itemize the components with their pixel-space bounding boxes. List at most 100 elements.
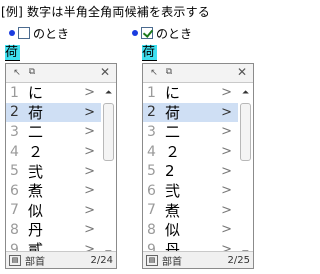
checkbox-checked[interactable] [141, 27, 153, 39]
candidate-text: 弐 [165, 182, 181, 201]
candidate-text: 似 [165, 221, 181, 240]
candidate-number: 3 [10, 123, 19, 140]
candidate-row[interactable]: 5 2 > [143, 161, 238, 181]
candidate-window: ↖ ⧉ ✕ 1に> 2荷> 3二> 4２> 52> 6弐> 7煮> 8似> 9丹… [142, 63, 254, 269]
candidate-count: 2/24 [90, 254, 113, 266]
chevron-right-icon[interactable]: > [84, 85, 95, 100]
chevron-right-icon[interactable]: > [221, 105, 232, 120]
chevron-right-icon[interactable]: > [221, 183, 232, 198]
scroll-thumb[interactable] [103, 103, 114, 161]
scrollbar[interactable]: ⏶ ⏷ [102, 83, 115, 259]
option-label: のとき [156, 26, 193, 41]
chevron-right-icon[interactable]: > [221, 164, 232, 179]
pointer-icon[interactable]: ↖ [146, 66, 162, 81]
candidate-text: 2 [165, 162, 175, 181]
candidate-text: 弐 [28, 162, 44, 181]
candidate-text: 似 [28, 201, 44, 220]
candidate-row[interactable]: 7 煮 > [143, 201, 238, 221]
candidate-text: 二 [28, 123, 44, 142]
candidate-text: ２ [28, 143, 44, 162]
candidate-toolbar: ↖ ⧉ ✕ [143, 64, 253, 83]
option-checked: のとき [130, 25, 192, 41]
scrollbar[interactable]: ⏶ ⏷ [239, 83, 252, 259]
close-icon[interactable]: ✕ [235, 65, 249, 80]
candidate-text: に [28, 84, 44, 103]
close-icon[interactable]: ✕ [98, 65, 112, 80]
candidate-row-selected[interactable]: 2 荷 > [6, 102, 101, 123]
candidate-count: 2/25 [227, 254, 250, 266]
candidate-toolbar: ↖ ⧉ ✕ [6, 64, 116, 83]
candidate-number: 2 [147, 104, 156, 121]
scroll-thumb[interactable] [240, 103, 251, 161]
option-label: のとき [33, 26, 70, 41]
radical-label[interactable]: 部首 [25, 253, 45, 268]
candidate-row[interactable]: 6 弐 > [143, 181, 238, 201]
pointer-icon[interactable]: ↖ [9, 66, 25, 81]
dictionary-icon[interactable]: ▤ [9, 254, 21, 266]
page-heading: [例] 数字は半角全角両候補を表示する [1, 5, 210, 19]
candidate-number: 7 [10, 202, 19, 219]
candidate-number: 5 [10, 163, 19, 180]
chevron-right-icon[interactable]: > [84, 183, 95, 198]
candidate-text: ２ [165, 143, 181, 162]
candidate-text: 丹 [28, 221, 44, 240]
candidate-number: 2 [10, 104, 19, 121]
candidate-row[interactable]: 3 二 > [143, 122, 238, 142]
checkbox-unchecked[interactable] [18, 27, 30, 39]
candidate-number: 6 [147, 182, 156, 199]
composition-text: 荷 [142, 45, 157, 61]
chevron-right-icon[interactable]: > [84, 105, 95, 120]
candidate-list: 1に> 2荷> 3二> 4２> 52> 6弐> 7煮> 8似> 9丹> [143, 83, 238, 259]
chevron-right-icon[interactable]: > [84, 222, 95, 237]
candidate-list: 1に> 2荷> 3二> 4２> 5弐> 6煮> 7似> 8丹> 9貳> [6, 83, 101, 259]
expand-icon[interactable]: ⧉ [25, 66, 39, 79]
bullet-icon [9, 30, 15, 36]
candidate-row[interactable]: 1 に > [6, 83, 101, 103]
chevron-right-icon[interactable]: > [221, 124, 232, 139]
candidate-text: 煮 [165, 201, 181, 220]
candidate-number: 8 [10, 221, 19, 238]
candidate-row[interactable]: 8 似 > [143, 220, 238, 240]
candidate-number: 1 [147, 84, 156, 101]
candidate-text: 二 [165, 123, 181, 142]
candidate-row[interactable]: 3 二 > [6, 122, 101, 142]
candidate-number: 6 [10, 182, 19, 199]
chevron-right-icon[interactable]: > [84, 144, 95, 159]
candidate-number: 5 [147, 163, 156, 180]
candidate-row[interactable]: 8 丹 > [6, 220, 101, 240]
candidate-row[interactable]: 4 ２ > [6, 142, 101, 162]
candidate-text: 荷 [28, 103, 44, 122]
status-bar: ▤ 部首 2/24 [6, 251, 116, 268]
candidate-row[interactable]: 5 弐 > [6, 161, 101, 181]
candidate-number: 3 [147, 123, 156, 140]
chevron-right-icon[interactable]: > [221, 203, 232, 218]
radical-label[interactable]: 部首 [162, 253, 182, 268]
composition-text: 荷 [5, 45, 20, 61]
candidate-number: 7 [147, 202, 156, 219]
chevron-right-icon[interactable]: > [221, 222, 232, 237]
candidate-number: 4 [10, 143, 19, 160]
candidate-row[interactable]: 1 に > [143, 83, 238, 103]
candidate-text: に [165, 84, 181, 103]
chevron-right-icon[interactable]: > [84, 124, 95, 139]
page-up-icon[interactable]: ⏶ [239, 87, 252, 99]
option-unchecked: のとき [7, 25, 69, 41]
expand-icon[interactable]: ⧉ [162, 66, 176, 79]
page-up-icon[interactable]: ⏶ [102, 87, 115, 99]
chevron-right-icon[interactable]: > [84, 203, 95, 218]
chevron-right-icon[interactable]: > [221, 144, 232, 159]
dictionary-icon[interactable]: ▤ [146, 254, 158, 266]
chevron-right-icon[interactable]: > [221, 85, 232, 100]
candidate-row[interactable]: 6 煮 > [6, 181, 101, 201]
candidate-text: 煮 [28, 182, 44, 201]
candidate-number: 1 [10, 84, 19, 101]
candidate-text: 荷 [165, 103, 181, 122]
candidate-number: 4 [147, 143, 156, 160]
candidate-row-selected[interactable]: 2 荷 > [143, 102, 238, 123]
status-bar: ▤ 部首 2/25 [143, 251, 253, 268]
candidate-row[interactable]: 7 似 > [6, 201, 101, 221]
bullet-icon [132, 30, 138, 36]
candidate-row[interactable]: 4 ２ > [143, 142, 238, 162]
chevron-right-icon[interactable]: > [84, 164, 95, 179]
candidate-number: 8 [147, 221, 156, 238]
